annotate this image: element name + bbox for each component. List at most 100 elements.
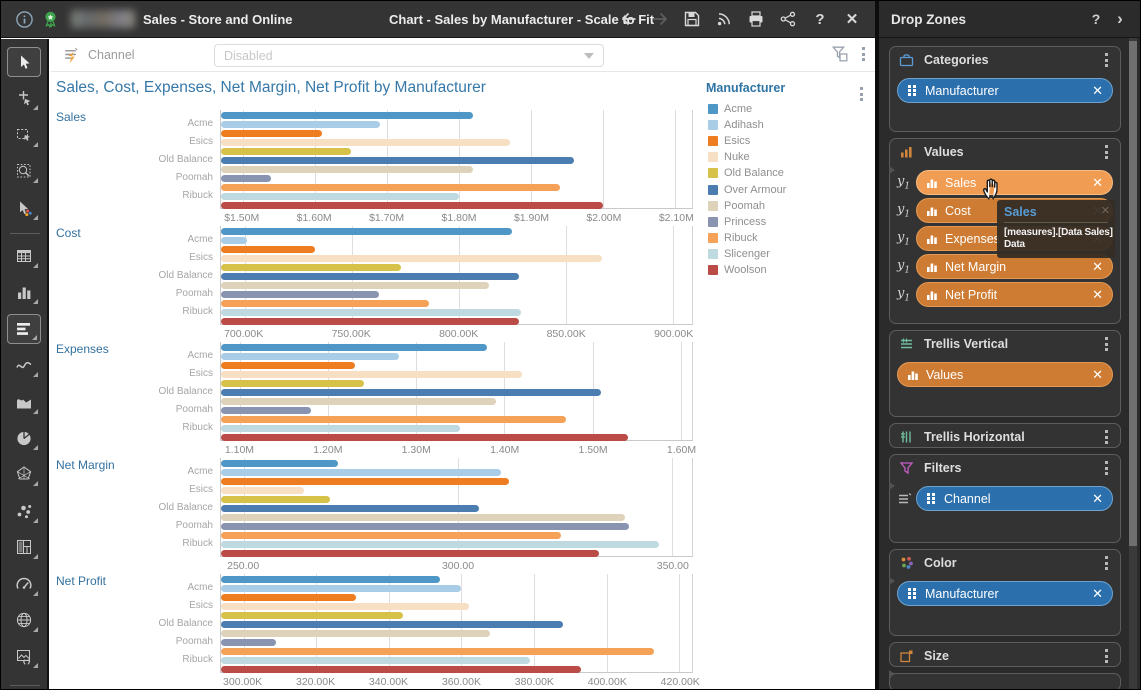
bar-princess[interactable] — [221, 407, 311, 414]
bar-over-armour[interactable] — [221, 157, 574, 164]
remove-field-icon[interactable]: ✕ — [1092, 586, 1103, 602]
collapse-panel-icon[interactable]: › — [1108, 9, 1132, 29]
bar-acme[interactable] — [221, 344, 487, 351]
field-pill-manufacturer[interactable]: Manufacturer✕ — [897, 581, 1113, 606]
info-icon[interactable] — [15, 10, 34, 29]
legend-item[interactable]: Woolson — [708, 263, 767, 277]
marquee-select-icon[interactable] — [7, 120, 41, 150]
drop-zones-help-icon[interactable]: ? — [1084, 11, 1108, 27]
drop-zone-categories[interactable]: CategoriesManufacturer✕ — [889, 46, 1121, 132]
table-visual-icon[interactable] — [7, 241, 41, 271]
legend-item[interactable]: Adihash — [708, 118, 764, 132]
filter-settings-icon[interactable] — [829, 43, 850, 65]
radar-chart-icon[interactable] — [7, 459, 41, 489]
scrollbar-track[interactable] — [1129, 38, 1137, 690]
bar-slicenger[interactable] — [221, 193, 459, 200]
filter-dropdown[interactable]: Disabled — [214, 44, 604, 67]
scatter-chart-icon[interactable] — [7, 496, 41, 526]
pie-chart-icon[interactable] — [7, 423, 41, 453]
bar-woolson[interactable] — [221, 202, 603, 209]
bar-princess[interactable] — [221, 523, 629, 530]
remove-field-icon[interactable]: ✕ — [1092, 491, 1103, 507]
remove-field-icon[interactable]: ✕ — [1092, 287, 1103, 303]
bar-princess[interactable] — [221, 639, 276, 646]
bar-esics[interactable] — [221, 246, 315, 253]
legend-item[interactable]: Esics — [708, 134, 750, 148]
bar-ribuck[interactable] — [221, 648, 654, 655]
bar-esics[interactable] — [221, 594, 356, 601]
bar-slicenger[interactable] — [221, 657, 530, 664]
bar-woolson[interactable] — [221, 666, 581, 673]
bar-nuke[interactable] — [221, 487, 304, 494]
drop-zone-color[interactable]: ColorManufacturer✕ — [889, 549, 1121, 636]
legend-item[interactable]: Ribuck — [708, 231, 758, 245]
area-chart-icon[interactable] — [7, 387, 41, 417]
column-chart-icon[interactable] — [7, 277, 41, 307]
bar-ribuck[interactable] — [221, 300, 429, 307]
map-icon[interactable] — [7, 605, 41, 635]
bar-poomah[interactable] — [221, 398, 496, 405]
legend-item[interactable]: Nuke — [708, 150, 750, 164]
bar-poomah[interactable] — [221, 630, 490, 637]
broadcast-icon[interactable] — [711, 6, 737, 32]
bar-acme[interactable] — [221, 460, 338, 467]
scrollbar-thumb[interactable] — [1129, 41, 1137, 546]
drop-zone-trellis-horizontal[interactable]: Trellis Horizontal — [889, 423, 1121, 448]
line-chart-icon[interactable] — [7, 350, 41, 380]
drop-zone-size[interactable]: Size — [889, 642, 1121, 667]
legend-item[interactable]: Slicenger — [708, 247, 770, 261]
legend-item[interactable]: Poomah — [708, 199, 765, 213]
section-menu-icon[interactable] — [1101, 49, 1112, 71]
close-icon[interactable]: ✕ — [839, 6, 865, 32]
bar-princess[interactable] — [221, 291, 379, 298]
remove-field-icon[interactable]: ✕ — [1092, 367, 1103, 383]
bar-slicenger[interactable] — [221, 541, 659, 548]
bar-chart-icon[interactable] — [7, 314, 41, 344]
bar-old-balance[interactable] — [221, 612, 403, 619]
highlight-tool-icon[interactable] — [7, 193, 41, 223]
bar-poomah[interactable] — [221, 166, 473, 173]
remove-field-icon[interactable]: ✕ — [1092, 259, 1103, 275]
bar-ribuck[interactable] — [221, 184, 560, 191]
tooltip-close-icon[interactable]: ✕ — [1101, 204, 1110, 217]
move-tool-icon[interactable] — [7, 83, 41, 113]
bar-woolson[interactable] — [221, 318, 519, 325]
print-icon[interactable] — [743, 6, 769, 32]
section-menu-icon[interactable] — [1101, 645, 1112, 667]
legend-item[interactable]: Princess — [708, 215, 766, 229]
bar-slicenger[interactable] — [221, 309, 521, 316]
bar-adihash[interactable] — [221, 353, 399, 360]
section-menu-icon[interactable] — [1101, 552, 1112, 574]
drop-zone-filters[interactable]: FiltersChannel✕ — [889, 454, 1121, 543]
gauge-icon[interactable] — [7, 569, 41, 599]
bar-esics[interactable] — [221, 362, 355, 369]
bar-old-balance[interactable] — [221, 496, 330, 503]
remove-field-icon[interactable]: ✕ — [1092, 83, 1103, 99]
help-icon[interactable]: ? — [807, 6, 833, 32]
drop-zone-empty[interactable] — [889, 673, 1121, 690]
field-pill-manufacturer[interactable]: Manufacturer✕ — [897, 78, 1113, 103]
field-pill-net-profit[interactable]: Net Profit✕ — [916, 282, 1113, 307]
bar-old-balance[interactable] — [221, 264, 401, 271]
bar-acme[interactable] — [221, 576, 440, 583]
treemap-icon[interactable] — [7, 532, 41, 562]
field-pill-values[interactable]: Values✕ — [897, 362, 1113, 387]
bar-nuke[interactable] — [221, 371, 522, 378]
filter-bar-menu-icon[interactable] — [858, 43, 869, 65]
bar-nuke[interactable] — [221, 139, 510, 146]
bar-acme[interactable] — [221, 228, 512, 235]
save-icon[interactable] — [679, 6, 705, 32]
bar-adihash[interactable] — [221, 237, 247, 244]
bar-over-armour[interactable] — [221, 505, 479, 512]
bar-esics[interactable] — [221, 130, 322, 137]
section-menu-icon[interactable] — [1101, 333, 1112, 355]
custom-visual-icon[interactable] — [7, 641, 41, 671]
bar-slicenger[interactable] — [221, 425, 460, 432]
bar-adihash[interactable] — [221, 121, 380, 128]
bar-poomah[interactable] — [221, 282, 489, 289]
section-menu-icon[interactable] — [1101, 457, 1112, 479]
bar-nuke[interactable] — [221, 255, 602, 262]
field-pill-channel[interactable]: Channel✕ — [916, 486, 1113, 511]
bar-over-armour[interactable] — [221, 273, 519, 280]
forward-icon[interactable] — [647, 6, 673, 32]
